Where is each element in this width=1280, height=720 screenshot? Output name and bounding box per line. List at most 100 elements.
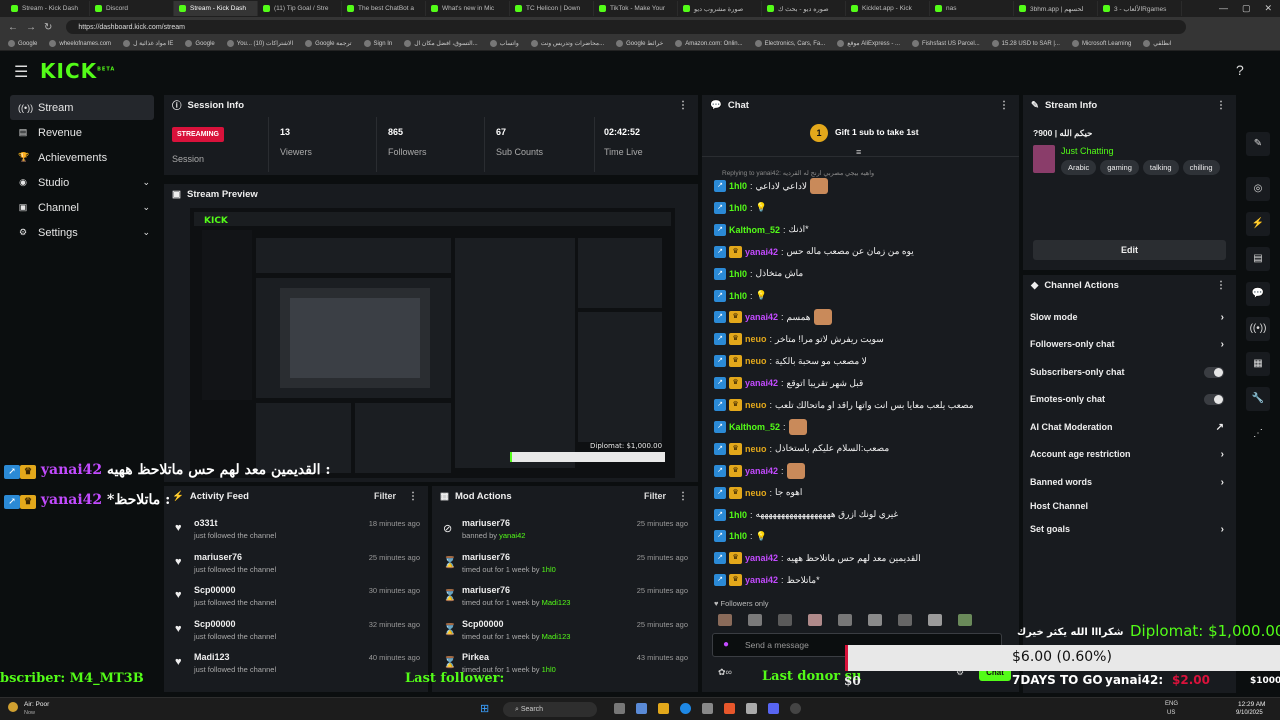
bookmark-item[interactable]: Microsoft Learning xyxy=(1071,40,1131,47)
camera-icon[interactable]: ◎ xyxy=(1246,177,1270,201)
browser-tab[interactable]: Discord xyxy=(90,1,174,16)
more-options-icon[interactable]: ⋮ xyxy=(1216,100,1226,111)
sidebar-item-studio[interactable]: ◉ Studio ⌄ xyxy=(0,170,160,195)
stream-tag[interactable]: talking xyxy=(1142,160,1179,175)
moderator-name[interactable]: Madi123 xyxy=(542,598,571,607)
chat-message[interactable]: ↗ ♛ yanai42: *ماتلاحظ xyxy=(714,571,820,589)
menu-icon[interactable]: ☰ xyxy=(14,62,28,82)
activity-username[interactable]: Madi123 xyxy=(194,652,230,662)
chat-message[interactable]: ↗ Kalthom_52: *اذنك xyxy=(714,221,809,239)
bookmark-item[interactable]: You... (10) الاشتراكات xyxy=(226,40,293,47)
clock-time[interactable]: 12:29 AM xyxy=(1238,701,1265,708)
browser-tab[interactable]: TikTok - Make Your xyxy=(594,1,678,16)
emote-picker-icon[interactable]: ✿∞ xyxy=(718,667,732,678)
stream-preview-video[interactable]: KICK Diplomat: $1,000.00 xyxy=(190,208,675,478)
activity-row[interactable]: ♥ mariuser76 just followed the channel 25 m… xyxy=(172,552,420,586)
mod-target-username[interactable]: mariuser76 xyxy=(462,552,510,562)
sidebar-item-channel[interactable]: ▣ Channel ⌄ xyxy=(0,195,160,220)
chat-message[interactable]: ↗ 1hl0: 💡 xyxy=(714,527,767,545)
chat-message[interactable]: ↗ ♛ yanai42: همسم xyxy=(714,308,832,326)
bookmark-item[interactable]: Google ترجمة xyxy=(305,40,352,47)
forward-icon[interactable]: → xyxy=(26,22,36,33)
chat-message[interactable]: ↗ ♛ yanai42: قبل شهر تقريبا اتوقع xyxy=(714,374,863,392)
chat-bubble-icon[interactable]: 💬 xyxy=(1246,282,1270,306)
sidebar-item-revenue[interactable]: ▤ Revenue xyxy=(0,120,160,145)
mod-target-username[interactable]: Pirkea xyxy=(462,652,489,662)
chat-message[interactable]: ↗ ♛ yanai42: يوه من زمان عن مصعب ماله حس xyxy=(714,243,914,261)
stream-tag[interactable]: chilling xyxy=(1182,160,1220,175)
chat-username[interactable]: Kalthom_52 xyxy=(729,422,780,432)
mod-target-username[interactable]: mariuser76 xyxy=(462,585,510,595)
bookmark-item[interactable]: واتساب xyxy=(489,40,519,47)
mod-action-row[interactable]: ⊘ mariuser76 banned by yanai42 25 minutes a… xyxy=(440,518,688,552)
brave-icon[interactable] xyxy=(724,703,735,714)
taskbar-search[interactable]: ⌕ Search xyxy=(503,702,597,717)
sidebar-item-stream[interactable]: ((•)) Stream xyxy=(10,95,154,120)
category-name[interactable]: Just Chatting xyxy=(1061,146,1114,156)
activity-row[interactable]: ♥ o331t just followed the channel 18 minute… xyxy=(172,518,420,552)
chat-username[interactable]: yanai42 xyxy=(745,378,778,388)
pencil-icon[interactable]: ✎ xyxy=(1246,132,1270,156)
bookmark-item[interactable]: انطلقي xyxy=(1143,40,1172,47)
document-icon[interactable]: ▤ xyxy=(1246,247,1270,271)
activity-row[interactable]: ♥ Madi123 just followed the channel 40 minu… xyxy=(172,652,420,686)
bookmark-item[interactable]: Fishsfast US Parcel... xyxy=(911,40,980,47)
reload-icon[interactable]: ↻ xyxy=(44,22,52,33)
chat-username[interactable]: neuo xyxy=(745,334,767,344)
share-icon[interactable]: ⋰ xyxy=(1246,422,1270,446)
chat-username[interactable]: 1hl0 xyxy=(729,291,747,301)
activity-row[interactable]: ♥ Scp00000 just followed the channel 32 min… xyxy=(172,619,420,653)
bookmark-item[interactable]: التسوق، افضل مكان ال... xyxy=(404,40,478,47)
mic-icon[interactable]: ● xyxy=(723,639,729,650)
browser-tab[interactable]: TC Helicon | Down xyxy=(510,1,594,16)
browser-tab[interactable]: Stream - Kick Dash xyxy=(6,1,90,16)
chat-username[interactable]: 1hl0 xyxy=(729,510,747,520)
activity-filter-button[interactable]: Filter xyxy=(374,491,396,501)
file-explorer-icon[interactable] xyxy=(658,703,669,714)
browser-tab[interactable]: Kicklet.app - Kick xyxy=(846,1,930,16)
chat-message[interactable]: ↗ ♛ yanai42: xyxy=(714,462,805,480)
mod-target-username[interactable]: Scp00000 xyxy=(462,619,504,629)
chat-message[interactable]: ↗ Kalthom_52: xyxy=(714,418,807,436)
chat-message[interactable]: ↗ ♛ neuo: سويت ريفرش لاتو مرا! متاخر xyxy=(714,330,884,348)
stream-tag[interactable]: Arabic xyxy=(1061,160,1097,175)
broadcast-icon[interactable]: ((•)) xyxy=(1246,317,1270,341)
sidebar-item-achievements[interactable]: 🏆 Achievements xyxy=(0,145,160,170)
kick-logo[interactable]: KICKBETA xyxy=(40,59,115,83)
chat-message[interactable]: ↗ ♛ yanai42: القديمين معد لهم حس ماتلاحظ هه… xyxy=(714,549,921,567)
discord-icon[interactable] xyxy=(768,703,779,714)
app-icon[interactable] xyxy=(702,703,713,714)
channel-action-subscribers-only-chat[interactable]: Subscribers-only chat xyxy=(1030,363,1230,381)
activity-username[interactable]: Scp00000 xyxy=(194,619,236,629)
browser-tab[interactable]: The best ChatBot a xyxy=(342,1,426,16)
bookmark-item[interactable]: wheelofnames.com xyxy=(49,40,111,47)
moderator-name[interactable]: 1hl0 xyxy=(542,565,556,574)
more-options-icon[interactable]: ⋮ xyxy=(1216,280,1226,291)
chat-username[interactable]: neuo xyxy=(745,488,767,498)
activity-row[interactable]: ♥ Scp00000 just followed the channel 30 min… xyxy=(172,585,420,619)
language-indicator[interactable]: ENG xyxy=(1165,701,1178,707)
browser-tab[interactable]: صوره ديو - بحث ك xyxy=(762,1,846,16)
chat-message[interactable]: ↗ ♛ neuo: مصعب يلعب معايا بس انت واتها راقد… xyxy=(714,396,974,414)
chat-username[interactable]: yanai42 xyxy=(745,312,778,322)
chat-username[interactable]: 1hl0 xyxy=(729,269,747,279)
bookmark-item[interactable]: محاضرات وتدريس ونت... xyxy=(530,40,604,47)
chat-message[interactable]: ↗ 1hl0: غيري لونك ازرق ههههههههههههههههههه xyxy=(714,506,898,524)
chat-username[interactable]: Kalthom_52 xyxy=(729,225,780,235)
mod-action-row[interactable]: ⌛ mariuser76 timed out for 1 week by Madi1… xyxy=(440,585,688,619)
chat-message[interactable]: ↗ 1hl0: ماش متخاذل xyxy=(714,265,803,283)
channel-action-ai-chat-moderation[interactable]: AI Chat Moderation ↗ xyxy=(1030,418,1230,436)
mod-filter-button[interactable]: Filter xyxy=(644,491,666,501)
browser-tab[interactable]: nas xyxy=(930,1,1014,16)
windows-start-icon[interactable]: ⊞ xyxy=(480,702,489,715)
browser-tab[interactable]: (11) Tip Goal / Stre xyxy=(258,1,342,16)
chat-username[interactable]: 1hl0 xyxy=(729,203,747,213)
app-icon[interactable] xyxy=(636,703,647,714)
chat-username[interactable]: neuo xyxy=(745,400,767,410)
gift-leaderboard-banner[interactable]: 1 Gift 1 sub to take 1st ≡ xyxy=(702,117,1019,157)
chat-message[interactable]: ↗ ♛ neuo: مصعب:السلام عليكم باستخاذل xyxy=(714,440,889,458)
bookmark-item[interactable]: مواد غذائية ل IE xyxy=(123,40,173,47)
chevron-down-icon[interactable]: ⌄ xyxy=(142,227,150,238)
edge-icon[interactable] xyxy=(680,703,691,714)
sidebar-item-settings[interactable]: ⚙ Settings ⌄ xyxy=(0,220,160,245)
